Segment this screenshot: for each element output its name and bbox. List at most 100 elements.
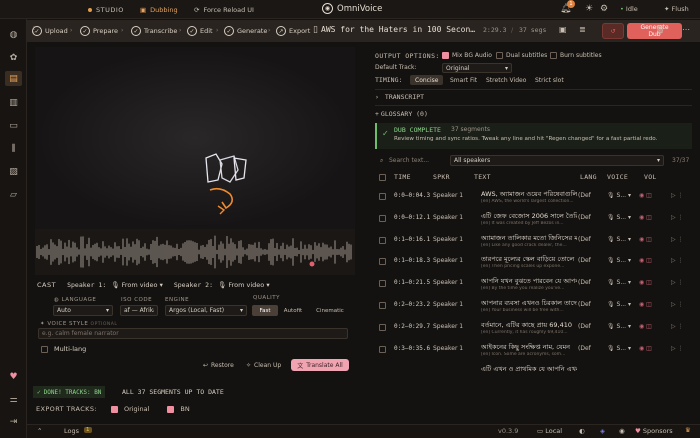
row-speaker[interactable]: Speaker 1	[433, 236, 463, 243]
film-nav-icon[interactable]: ▤	[5, 71, 22, 86]
trophy-icon[interactable]: ♛	[685, 426, 691, 434]
save-icon[interactable]: ▣	[559, 25, 567, 34]
row-speaker[interactable]: Speaker 1	[433, 301, 463, 308]
row-voice-select[interactable]: 🎙︎ S... ▾	[607, 323, 631, 330]
multi-lang-checkbox[interactable]	[41, 345, 48, 353]
row-checkbox[interactable]	[379, 346, 386, 353]
search-input[interactable]: Search text...	[389, 157, 429, 164]
row-volume-icon[interactable]: ◉ ◫	[639, 214, 652, 221]
library-icon[interactable]: ⫼	[8, 143, 19, 154]
row-volume-icon[interactable]: ◉ ◫	[639, 257, 652, 264]
row-voice-select[interactable]: 🎙︎ S... ▾	[607, 301, 631, 308]
coffee-icon[interactable]: ◉	[619, 427, 625, 435]
discord-icon[interactable]: ◈	[600, 427, 605, 435]
track-bn-checkbox[interactable]	[167, 405, 175, 413]
quality-cinematic[interactable]: Cinematic	[310, 305, 350, 316]
row-time[interactable]: 0:0–0:12.1	[394, 214, 430, 221]
timing-strict-slot[interactable]: Strict slot	[530, 75, 569, 85]
mix-bg-checkbox[interactable]	[442, 52, 449, 59]
row-lang-select[interactable]: (Def	[578, 301, 591, 308]
row-checkbox[interactable]	[379, 280, 386, 287]
row-voice-select[interactable]: 🎙︎ S... ▾	[607, 345, 631, 352]
row-speaker[interactable]: Speaker 1	[433, 192, 463, 199]
table-row[interactable]: 0:0–0:04.3 Speaker 1 AWS, অ্যামাজন ওয়েব প…	[375, 188, 692, 209]
sidebar-toggle-icon[interactable]: ⇥	[8, 416, 19, 427]
step-upload[interactable]: ✓ Upload	[32, 25, 68, 37]
row-voice-select[interactable]: 🎙︎ S... ▾	[607, 192, 631, 199]
row-time[interactable]: 0:0–0:04.3	[394, 192, 430, 199]
speaker1-source[interactable]: 🎙︎ From video ▾	[111, 281, 163, 289]
row-actions[interactable]: ▷ ⋮	[671, 279, 684, 286]
language-select[interactable]: Auto ▾	[53, 305, 113, 316]
logs-button[interactable]: Logs	[64, 427, 79, 435]
row-speaker[interactable]: Speaker 1	[433, 345, 463, 352]
multi-lang-toggle[interactable]: Multi-lang	[41, 345, 86, 353]
row-time[interactable]: 0:2–0:23.2	[394, 301, 430, 308]
row-lang-select[interactable]: (Def	[578, 345, 591, 352]
more-icon[interactable]: ⋯	[682, 25, 690, 34]
dubbing-tab[interactable]: ▣ Dubbing	[140, 4, 178, 15]
force-reload-button[interactable]: ⟳ Force Reload UI	[194, 4, 254, 15]
row-checkbox[interactable]	[379, 302, 386, 309]
default-track-select[interactable]: Original ▾	[442, 63, 512, 73]
timing-smart-fit[interactable]: Smart Fit	[445, 75, 482, 85]
row-volume-icon[interactable]: ◉ ◫	[639, 345, 652, 352]
theme-toggle-icon[interactable]: ☀	[585, 4, 593, 14]
flush-button[interactable]: ✦ Flush	[664, 5, 689, 13]
table-row[interactable]: 0:2–0:29.7 Speaker 1 বর্তমানে, এটির কাছে প…	[375, 319, 692, 340]
clean-up-button[interactable]: ✧ Clean Up	[246, 359, 281, 371]
table-row[interactable]: 0:0–0:12.1 Speaker 1 এটি জেফ বেজোস 2006 সা…	[375, 210, 692, 231]
row-time[interactable]: 0:1–0:16.1	[394, 236, 430, 243]
row-actions[interactable]: ▷ ⋮	[671, 192, 684, 199]
document-icon[interactable]: ▭	[8, 120, 19, 131]
video-preview[interactable]	[35, 47, 355, 229]
row-lang-select[interactable]: (Def	[578, 236, 591, 243]
row-voice-select[interactable]: 🎙︎ S... ▾	[607, 236, 631, 243]
row-volume-icon[interactable]: ◉ ◫	[639, 323, 652, 330]
book-icon[interactable]: ▥	[8, 97, 19, 108]
row-lang-select[interactable]: (Def	[578, 323, 591, 330]
voice-style-input[interactable]: e.g. calm female narrator	[38, 328, 348, 339]
table-row[interactable]: 0:2–0:23.2 Speaker 1 আপনার ব্যবসা এখনও চির…	[375, 297, 692, 318]
row-voice-select[interactable]: 🎙︎ S... ▾	[607, 257, 631, 264]
step-generate[interactable]: ✓ Generate	[224, 25, 267, 37]
sponsors-link[interactable]: ♥ Sponsors	[635, 427, 673, 435]
row-actions[interactable]: ▷ ⋮	[671, 236, 684, 243]
playhead-marker[interactable]	[309, 261, 315, 267]
quality-autofit[interactable]: Autofit	[280, 305, 306, 316]
row-voice-select[interactable]: 🎙︎ S... ▾	[607, 214, 631, 221]
expand-icon[interactable]: ⌃	[37, 427, 42, 435]
row-checkbox[interactable]	[379, 258, 386, 265]
row-lang-select[interactable]: (Def	[578, 279, 591, 286]
quality-fast[interactable]: Fast	[252, 305, 278, 316]
transcript-toggle[interactable]: › TRANSCRIPT	[375, 93, 424, 101]
table-row[interactable]: 0:1–0:21.5 Speaker 1 আপনি যখন বুঝতে পারবেন…	[375, 275, 692, 296]
speaker-filter-select[interactable]: All speakers ▾	[450, 155, 664, 166]
folder-icon[interactable]: ▱	[8, 189, 19, 200]
row-speaker[interactable]: Speaker 1	[433, 257, 463, 264]
undo-button[interactable]: ↺	[602, 23, 624, 39]
layers-icon[interactable]: ≣	[579, 25, 586, 34]
row-volume-icon[interactable]: ◉ ◫	[639, 301, 652, 308]
timing-stretch-video[interactable]: Stretch Video	[481, 75, 531, 85]
row-actions[interactable]: ▷ ⋮	[671, 301, 684, 308]
table-row[interactable]: 0:1–0:16.1 Speaker 1 অ্যামাজন তালিকার মতো …	[375, 232, 692, 253]
row-lang-select[interactable]: (Def	[578, 214, 591, 221]
heart-icon[interactable]: ♥	[8, 371, 19, 382]
row-actions[interactable]: ▷ ⋮	[671, 323, 684, 330]
step-prepare[interactable]: ✓ Prepare	[80, 25, 118, 37]
row-checkbox[interactable]	[379, 215, 386, 222]
row-volume-icon[interactable]: ◉ ◫	[639, 192, 652, 199]
glossary-toggle[interactable]: + GLOSSARY (0)	[375, 110, 428, 118]
step-export[interactable]: ↗ Export	[276, 25, 310, 37]
row-time[interactable]: 0:1–0:18.3	[394, 257, 430, 264]
row-actions[interactable]: ▷ ⋮	[671, 345, 684, 352]
row-checkbox[interactable]	[379, 237, 386, 244]
github-icon[interactable]: ◐	[579, 427, 585, 435]
burn-subs-option[interactable]: Burn subtitles	[550, 52, 602, 59]
row-actions[interactable]: ▷ ⋮	[671, 214, 684, 221]
translate-all-button[interactable]: 文 Translate All	[291, 359, 349, 371]
row-time[interactable]: 0:1–0:21.5	[394, 279, 430, 286]
step-edit[interactable]: ✓ Edit	[187, 25, 213, 37]
table-row[interactable]: 0:3–0:35.6 Speaker 1 আইকনের কিছু সংক্ষিপ্ত…	[375, 341, 692, 362]
